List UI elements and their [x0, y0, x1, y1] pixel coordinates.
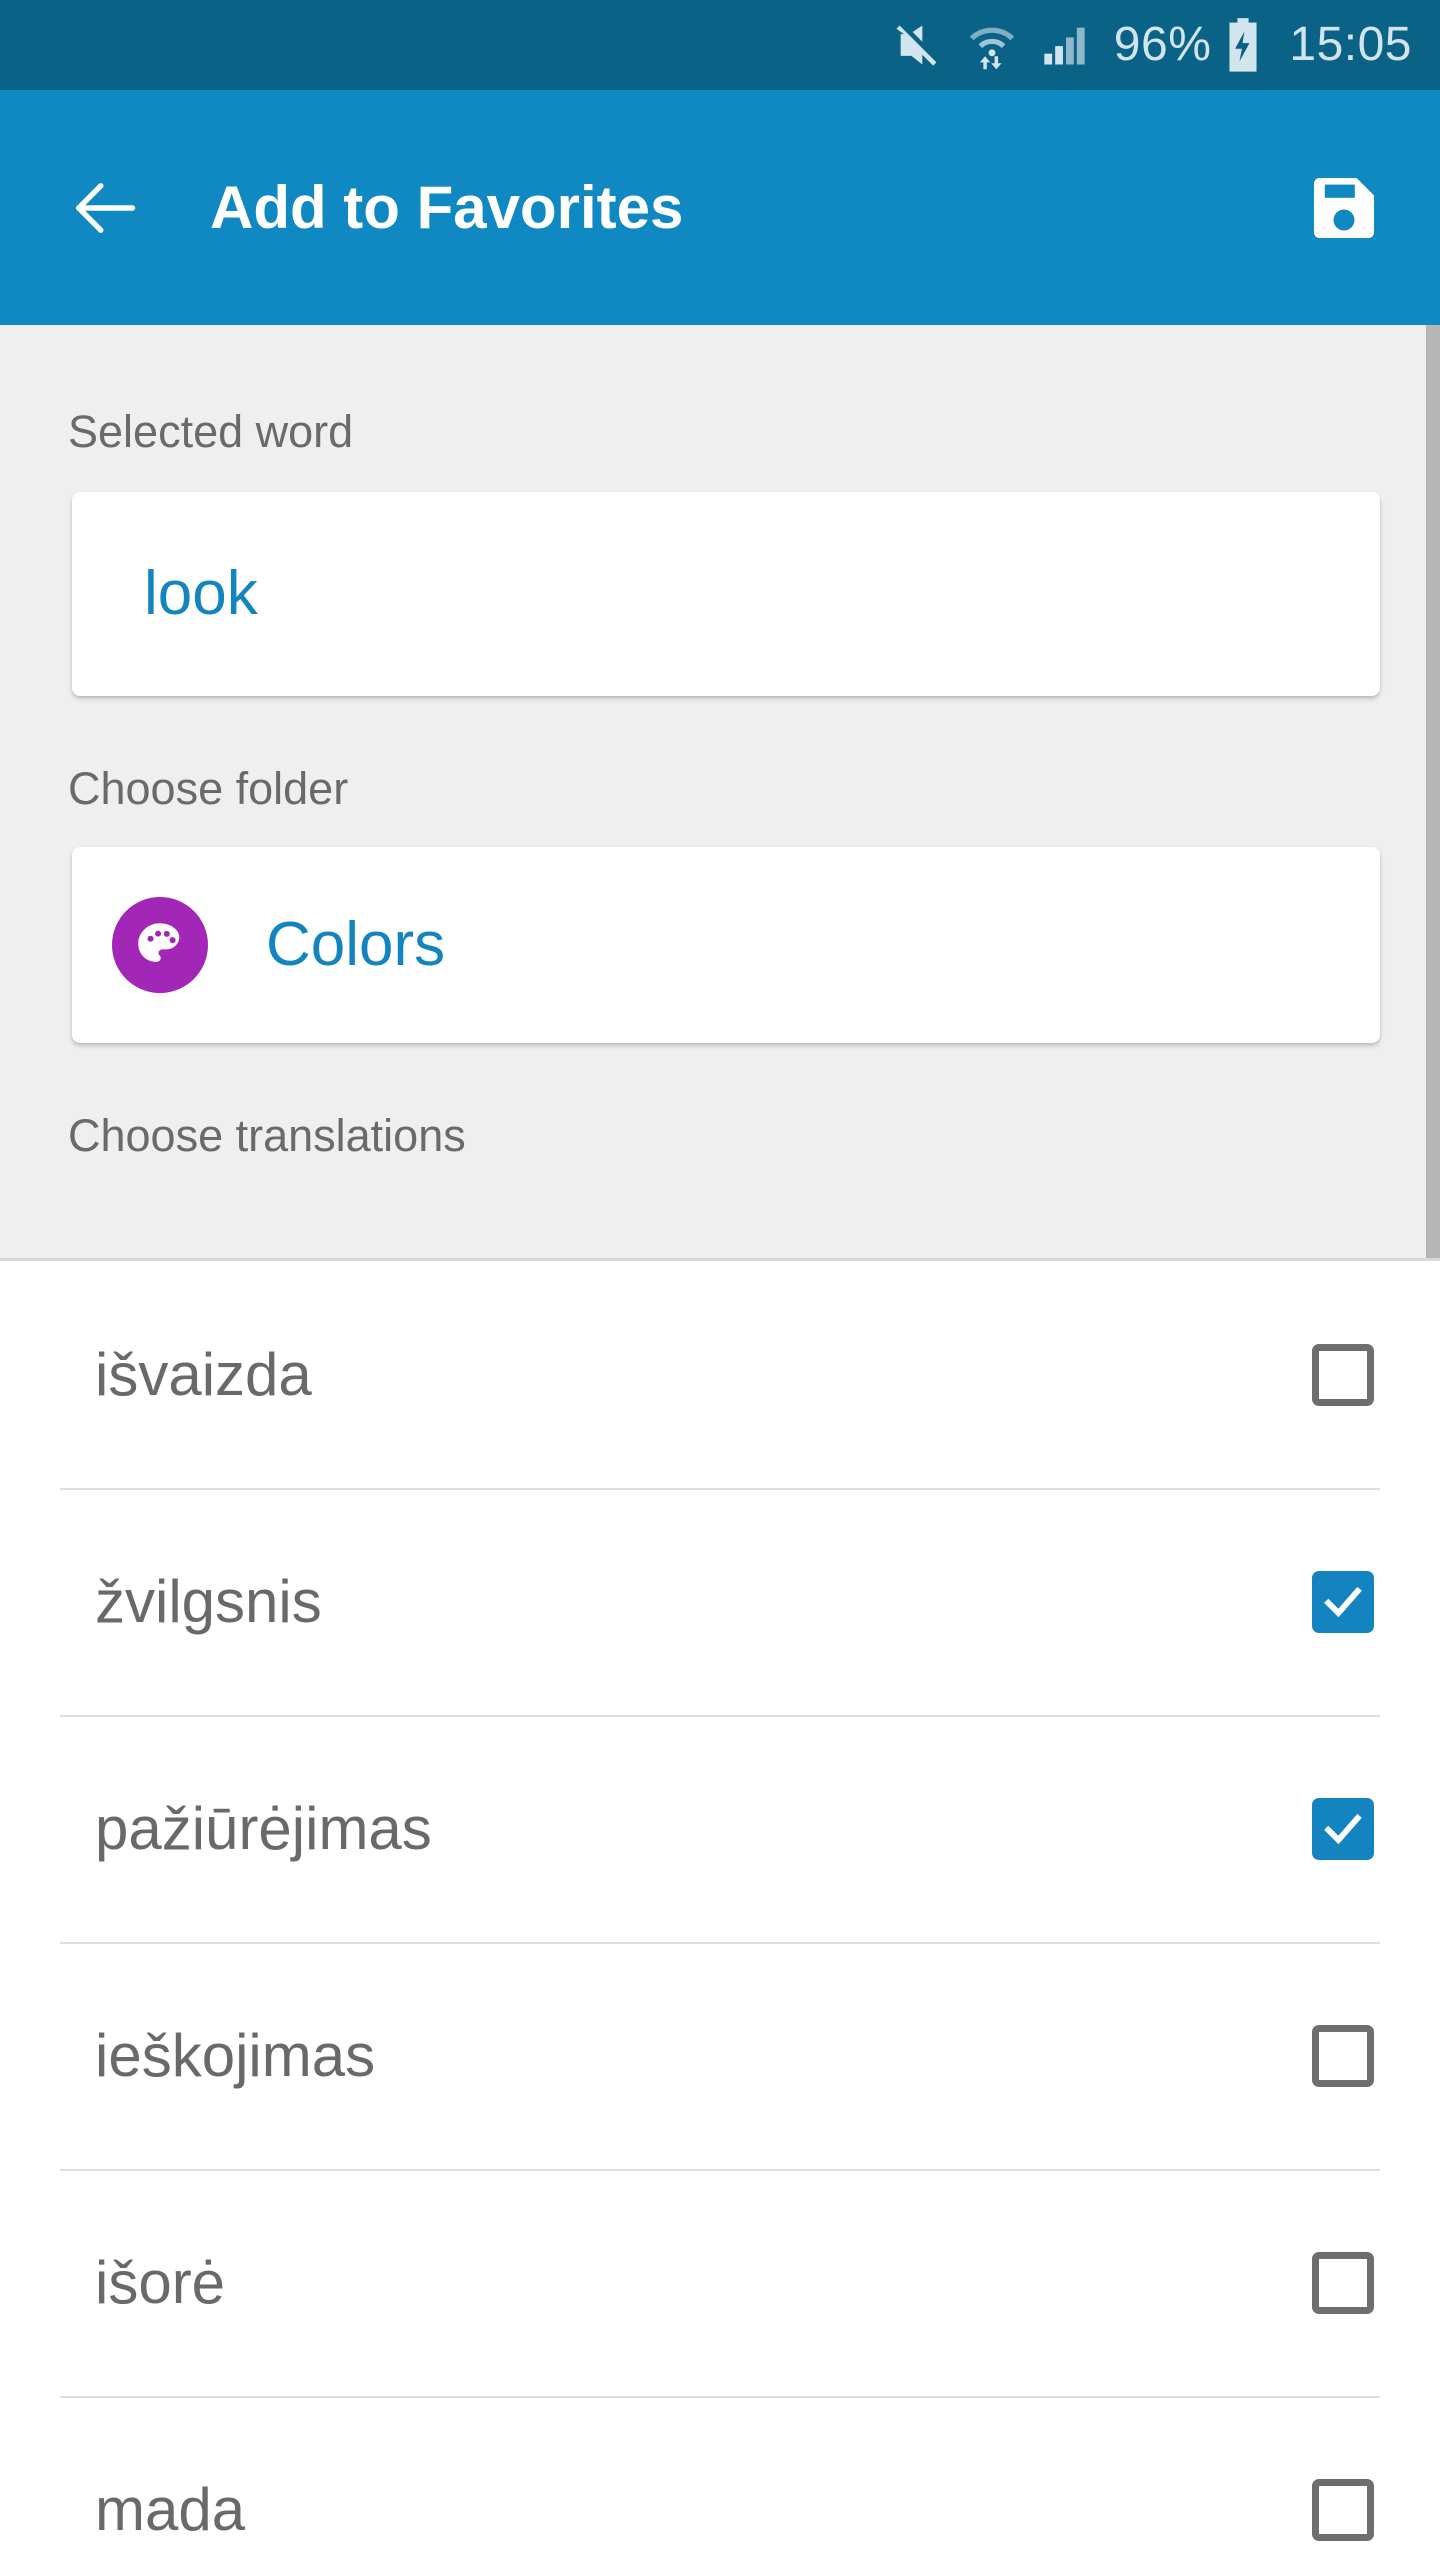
checkbox-checked-icon[interactable] [1312, 1797, 1374, 1860]
choose-folder-label: Choose folder [68, 763, 349, 814]
translation-row[interactable]: žvilgsnis [0, 1488, 1440, 1715]
back-arrow-icon[interactable] [58, 162, 150, 254]
translation-label: mada [95, 2475, 246, 2543]
vertical-scrollbar[interactable] [1426, 325, 1440, 1258]
translation-row[interactable]: ieškojimas [0, 1942, 1440, 2169]
translation-row[interactable]: išvaizda [0, 1261, 1440, 1488]
battery-percent-label: 96% [1113, 18, 1212, 71]
selected-word-value: look [144, 559, 258, 628]
form-scroll-area: Selected word look Choose folder Colors … [0, 325, 1440, 1261]
translation-row[interactable]: mada [0, 2396, 1440, 2560]
checkbox-unchecked-icon[interactable] [1312, 2478, 1374, 2541]
translation-label: išvaizda [95, 1340, 312, 1408]
checkbox-unchecked-icon[interactable] [1312, 2251, 1374, 2314]
mute-icon [892, 19, 944, 71]
selected-word-label: Selected word [68, 406, 354, 457]
translation-row[interactable]: pažiūrėjimas [0, 1715, 1440, 1942]
checkbox-checked-icon[interactable] [1312, 1570, 1374, 1633]
status-bar-clock: 15:05 [1289, 18, 1412, 71]
folder-name-value: Colors [266, 910, 446, 979]
page-title: Add to Favorites [210, 173, 684, 241]
checkbox-unchecked-icon[interactable] [1312, 1343, 1374, 1406]
translation-label: ieškojimas [95, 2021, 376, 2089]
palette-icon [112, 897, 208, 993]
battery-charging-icon [1223, 17, 1263, 73]
translation-label: žvilgsnis [95, 1567, 322, 1635]
cellular-signal-icon [1040, 19, 1092, 71]
app-bar: Add to Favorites [0, 90, 1440, 325]
translations-list: išvaizda žvilgsnis pažiūrėjimas ieškojimas i… [0, 1261, 1440, 2560]
checkbox-unchecked-icon[interactable] [1312, 2024, 1374, 2087]
choose-translations-label: Choose translations [68, 1110, 466, 1161]
translation-label: pažiūrėjimas [95, 1794, 432, 1862]
translation-row[interactable]: išorė [0, 2169, 1440, 2396]
save-floppy-icon[interactable] [1296, 160, 1392, 256]
status-bar: 96% 15:05 [0, 0, 1440, 90]
folder-selector-card[interactable]: Colors [72, 847, 1380, 1043]
wifi-transfer-icon [966, 19, 1018, 71]
selected-word-card[interactable]: look [72, 492, 1380, 696]
translation-label: išorė [95, 2248, 226, 2316]
